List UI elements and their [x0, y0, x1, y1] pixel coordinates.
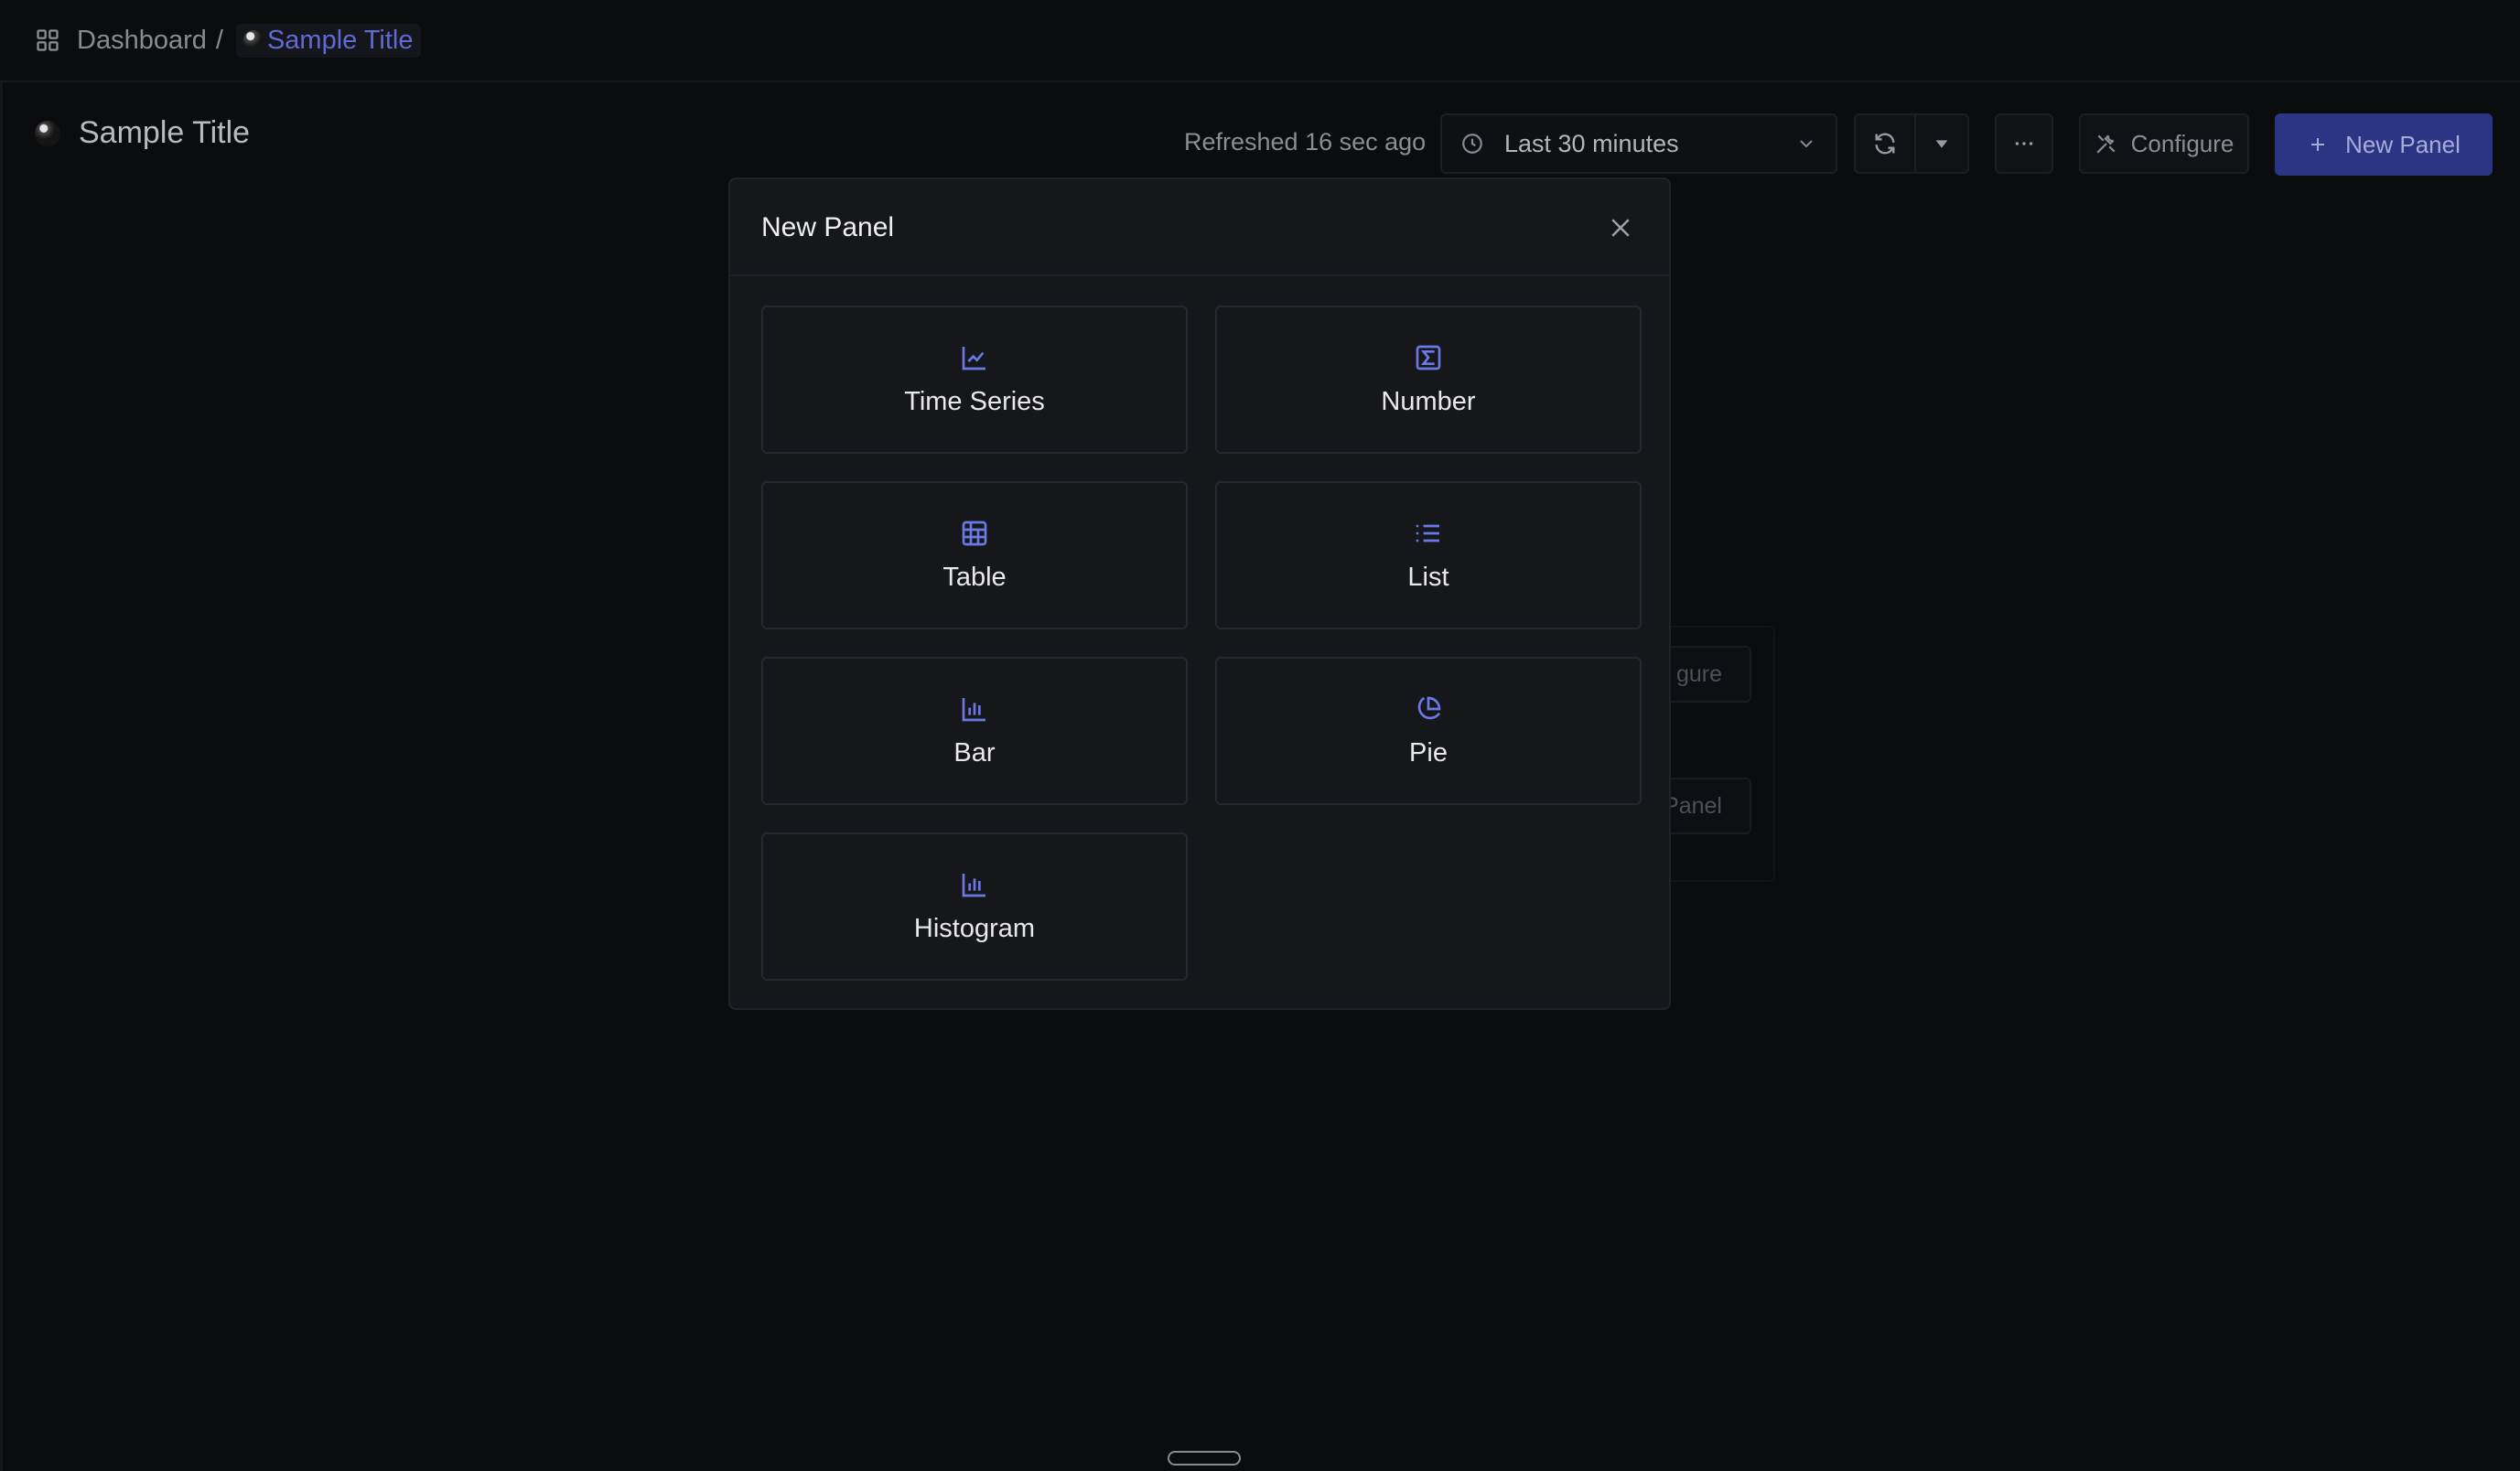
panel-type-pie[interactable]: Pie	[1215, 657, 1642, 805]
page-title: Sample Title	[35, 115, 250, 151]
panel-type-histogram[interactable]: Histogram	[761, 832, 1188, 981]
new-panel-modal: New Panel Time Series Number Table List …	[728, 177, 1671, 1010]
panel-type-time-series[interactable]: Time Series	[761, 306, 1188, 454]
time-range-value: Last 30 minutes	[1504, 129, 1679, 157]
app-root: Dashboard / Sample Title Sample Title Re…	[0, 0, 2520, 1471]
refresh-interval-dropdown[interactable]	[1914, 113, 1969, 174]
panel-type-label: List	[1407, 562, 1449, 592]
panel-type-table[interactable]: Table	[761, 481, 1188, 629]
left-edge-divider	[0, 82, 3, 1471]
line-chart-icon	[960, 343, 989, 372]
empty-state-new-panel-label: Panel	[1664, 792, 1722, 819]
table-icon	[960, 519, 989, 548]
pie-chart-icon	[1414, 694, 1443, 724]
new-panel-label: New Panel	[2345, 130, 2461, 158]
panel-type-list[interactable]: List	[1215, 481, 1642, 629]
tools-icon	[2095, 132, 2118, 156]
plus-icon	[2307, 134, 2329, 156]
panel-type-label: Table	[942, 562, 1007, 592]
ellipsis-icon	[2012, 132, 2036, 156]
breadcrumb-dashboard-link[interactable]: Dashboard	[77, 26, 207, 56]
resize-handle[interactable]	[1168, 1451, 1241, 1466]
sigma-icon	[1414, 343, 1443, 372]
close-icon[interactable]	[1607, 214, 1634, 242]
panel-type-label: Time Series	[904, 386, 1045, 416]
chevron-down-icon	[1795, 133, 1817, 155]
clock-icon	[1460, 132, 1484, 156]
panel-type-label: Histogram	[913, 913, 1036, 943]
new-panel-button[interactable]: New Panel	[2275, 113, 2493, 176]
breadcrumb-current-label: Sample Title	[266, 25, 414, 55]
panel-type-label: Bar	[953, 737, 996, 768]
panel-type-label: Pie	[1409, 737, 1448, 768]
modal-header: New Panel	[730, 179, 1669, 276]
bar-chart-icon	[960, 694, 989, 724]
more-options-button[interactable]	[1995, 113, 2053, 174]
breadcrumb-separator: /	[215, 25, 223, 55]
histogram-icon	[960, 870, 989, 899]
configure-label: Configure	[2130, 129, 2235, 157]
configure-button[interactable]: Configure	[2079, 113, 2249, 174]
refreshed-status: Refreshed 16 sec ago	[1184, 128, 1427, 156]
refresh-icon	[1872, 131, 1898, 156]
page-title-text: Sample Title	[79, 115, 251, 150]
modal-title: New Panel	[761, 212, 895, 242]
dashboard-header: Sample Title Refreshed 16 sec ago Last 3…	[0, 110, 2520, 179]
panel-type-bar[interactable]: Bar	[761, 657, 1188, 805]
time-range-picker[interactable]: Last 30 minutes	[1440, 113, 1837, 174]
breadcrumb-current[interactable]: Sample Title	[235, 23, 421, 58]
refresh-button[interactable]	[1854, 113, 1916, 174]
panel-type-number[interactable]: Number	[1215, 306, 1642, 454]
breadcrumb: Dashboard / Sample Title	[0, 0, 2520, 82]
grid-icon	[35, 27, 60, 53]
dashboard-ball-icon	[35, 120, 60, 146]
panel-type-label: Number	[1381, 386, 1476, 416]
empty-state-configure-label: gure	[1675, 660, 1722, 687]
list-icon	[1414, 519, 1443, 548]
caret-down-icon	[1932, 134, 1952, 154]
dashboard-ball-icon	[242, 30, 264, 50]
